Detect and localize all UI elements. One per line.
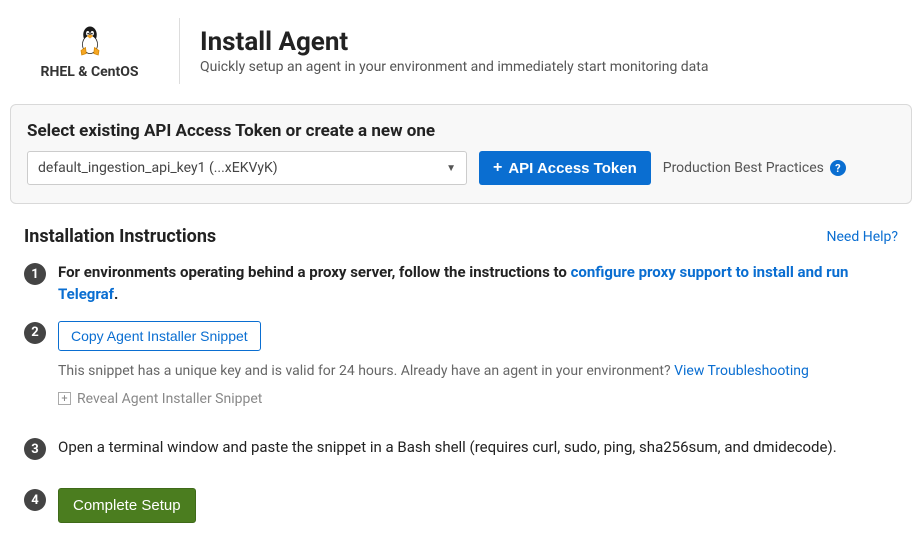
os-logo-block: RHEL & CentOS <box>0 18 180 84</box>
step-4-content: Complete Setup <box>58 488 898 523</box>
reveal-snippet-toggle[interactable]: + Reveal Agent Installer Snippet <box>58 389 898 409</box>
step-badge-3: 3 <box>24 438 46 460</box>
add-token-label: API Access Token <box>508 160 636 177</box>
step-3: 3 Open a terminal window and paste the s… <box>0 419 922 470</box>
os-label: RHEL & CentOS <box>40 64 138 80</box>
token-selected: default_ingestion_api_key1 (...xEKVyK) <box>38 160 278 176</box>
step-1-prefix: For environments operating behind a prox… <box>58 263 571 281</box>
snippet-note-text: This snippet has a unique key and is val… <box>58 363 674 379</box>
expand-icon: + <box>58 392 71 405</box>
copy-snippet-button[interactable]: Copy Agent Installer Snippet <box>58 321 261 351</box>
step-4: 4 Complete Setup <box>0 470 922 533</box>
instructions-heading: Installation Instructions <box>24 226 216 247</box>
page-header: RHEL & CentOS Install Agent Quickly setu… <box>0 0 922 94</box>
plus-icon: + <box>493 159 502 177</box>
chevron-down-icon: ▼ <box>446 163 456 174</box>
step-1: 1 For environments operating behind a pr… <box>0 257 922 316</box>
step-badge-4: 4 <box>24 489 46 511</box>
token-section: Select existing API Access Token or crea… <box>10 104 912 204</box>
troubleshooting-link[interactable]: View Troubleshooting <box>674 363 809 379</box>
step-1-content: For environments operating behind a prox… <box>58 262 898 306</box>
linux-icon <box>72 22 108 58</box>
token-row: default_ingestion_api_key1 (...xEKVyK) ▼… <box>27 151 895 185</box>
step-3-text: Open a terminal window and paste the sni… <box>58 437 898 459</box>
page-title: Install Agent <box>200 27 708 57</box>
step-2: 2 Copy Agent Installer Snippet This snip… <box>0 316 922 420</box>
complete-setup-button[interactable]: Complete Setup <box>58 488 196 523</box>
step-1-suffix: . <box>114 285 118 303</box>
need-help-link[interactable]: Need Help? <box>827 229 899 245</box>
add-token-button[interactable]: + API Access Token <box>479 151 651 185</box>
instructions-header: Installation Instructions Need Help? <box>0 204 922 257</box>
reveal-label: Reveal Agent Installer Snippet <box>77 389 262 409</box>
page-subtitle: Quickly setup an agent in your environme… <box>200 59 708 75</box>
best-practices-link[interactable]: Production Best Practices ? <box>663 160 846 176</box>
step-badge-2: 2 <box>24 322 46 344</box>
help-icon: ? <box>830 160 846 176</box>
step-badge-1: 1 <box>24 263 46 285</box>
title-block: Install Agent Quickly setup an agent in … <box>180 18 708 84</box>
step-2-content: Copy Agent Installer Snippet This snippe… <box>58 321 898 410</box>
snippet-note: This snippet has a unique key and is val… <box>58 361 898 381</box>
token-section-label: Select existing API Access Token or crea… <box>27 121 895 141</box>
token-dropdown[interactable]: default_ingestion_api_key1 (...xEKVyK) ▼ <box>27 151 467 185</box>
best-practices-label: Production Best Practices <box>663 160 824 176</box>
